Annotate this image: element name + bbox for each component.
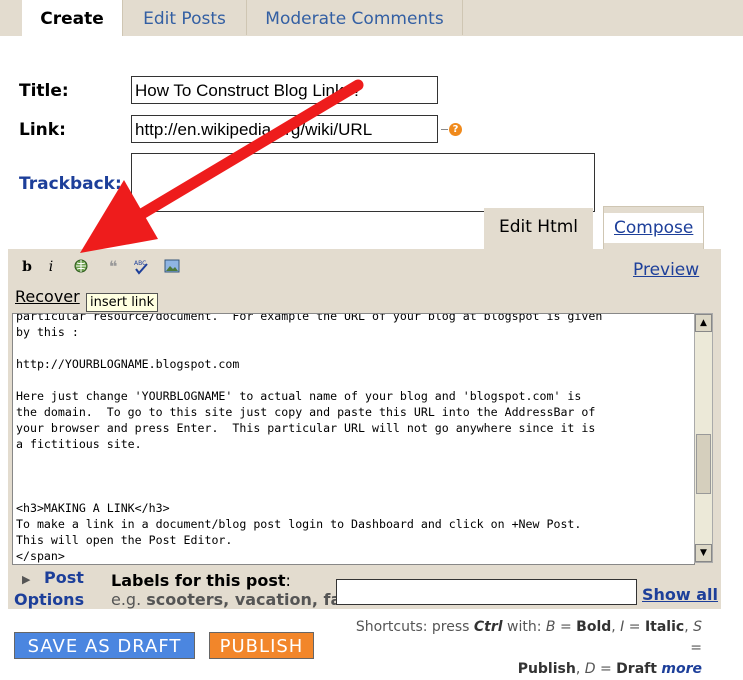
editor-scrollbar[interactable]: ▲ ▼	[694, 313, 713, 563]
preview-link[interactable]: Preview	[633, 260, 699, 280]
picture-icon	[164, 259, 180, 273]
labels-hint: e.g. scooters, vacation, fall	[111, 590, 353, 609]
quote-button[interactable]: ❝	[104, 258, 122, 276]
editor-line: This will open the Post Editor.	[16, 533, 233, 547]
help-icon[interactable]: ?	[449, 123, 462, 136]
tab-moderate-comments[interactable]: Moderate Comments	[247, 0, 463, 35]
show-all-link[interactable]: Show all	[642, 585, 718, 604]
link-label: Link:	[19, 120, 66, 140]
editor-line: particular resource/document. For exampl…	[16, 313, 603, 323]
tab-edit-posts[interactable]: Edit Posts	[123, 0, 247, 35]
publish-button[interactable]: PUBLISH	[209, 632, 314, 659]
post-options-line2: Options	[14, 590, 85, 609]
tab-edit-html[interactable]: Edit Html	[484, 208, 593, 250]
tab-create[interactable]: Create	[22, 0, 123, 36]
spellcheck-icon: ABC	[134, 260, 148, 275]
tab-compose[interactable]: Compose	[603, 206, 704, 250]
editor-line: a fictitious site.	[16, 437, 142, 451]
recover-link[interactable]: Recover	[15, 287, 80, 306]
title-input[interactable]: How To Construct Blog Links?	[131, 76, 438, 104]
editor-line: the domain. To go to this site just copy…	[16, 405, 596, 419]
italic-button[interactable]: i	[42, 258, 60, 276]
editor-line: <h3>MAKING A LINK</h3>	[16, 501, 170, 515]
post-options-line1: Post	[44, 568, 84, 587]
compose-label: Compose	[604, 213, 704, 243]
title-label: Title:	[19, 81, 69, 101]
scroll-up-button[interactable]: ▲	[695, 314, 712, 332]
expand-triangle-icon: ▶	[22, 573, 31, 586]
insert-link-icon[interactable]	[72, 258, 90, 276]
trackback-label[interactable]: Trackback:	[19, 174, 122, 194]
trackback-textarea[interactable]	[131, 153, 595, 212]
scroll-thumb[interactable]	[696, 434, 711, 494]
insert-link-tooltip: insert link	[86, 293, 159, 312]
post-body-text: particular resource/document. For exampl…	[16, 313, 603, 564]
link-input[interactable]: http://en.wikipedia.org/wiki/URL	[131, 115, 438, 143]
top-tab-bar: Create Edit Posts Moderate Comments	[0, 0, 743, 36]
spellcheck-button[interactable]: ABC	[133, 258, 151, 276]
editor-line: To make a link in a document/blog post l…	[16, 517, 582, 531]
scroll-down-button[interactable]: ▼	[695, 544, 712, 562]
editor-line: http://YOURBLOGNAME.blogspot.com	[16, 357, 240, 371]
labels-title: Labels for this post:	[111, 571, 291, 590]
globe-icon	[74, 259, 88, 273]
image-icon[interactable]	[163, 258, 181, 276]
editor-line: your browser and press Enter. This parti…	[16, 421, 596, 435]
more-shortcuts-link[interactable]: more	[661, 661, 702, 677]
bold-button[interactable]: b	[18, 258, 36, 276]
editor-line: by this :	[16, 325, 79, 339]
help-connector	[441, 129, 448, 130]
editor-line: </span>	[16, 549, 65, 563]
editor-line: Here just change 'YOURBLOGNAME' to actua…	[16, 389, 582, 403]
labels-input[interactable]	[336, 579, 637, 605]
post-options-toggle[interactable]: ▶ Post Options	[14, 568, 84, 610]
shortcuts-help: Shortcuts: press Ctrl with: B = Bold, I …	[355, 619, 702, 677]
save-as-draft-button[interactable]: SAVE AS DRAFT	[14, 632, 195, 659]
post-body-textarea[interactable]: particular resource/document. For exampl…	[12, 313, 695, 565]
